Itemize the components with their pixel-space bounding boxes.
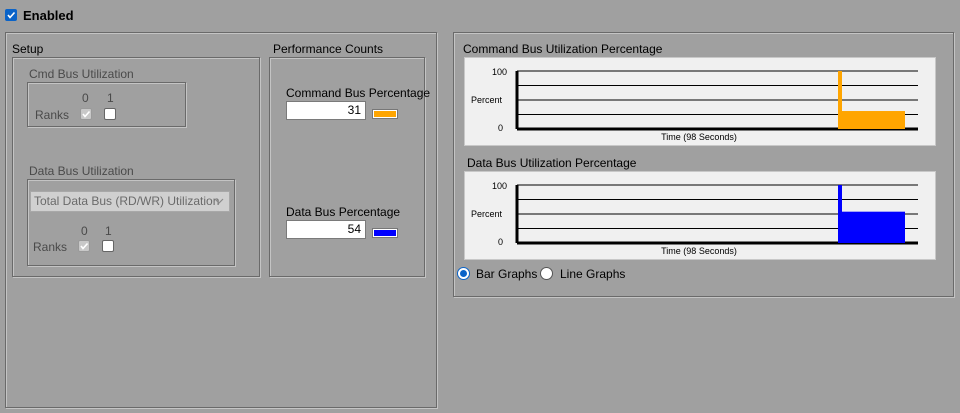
data-bus-color-swatch xyxy=(372,228,398,238)
data-bus-title: Data Bus Utilization xyxy=(29,164,134,178)
command-bus-percentage-label: Command Bus Percentage xyxy=(286,86,431,100)
command-bus-percentage-field[interactable]: 31 xyxy=(286,101,366,120)
x-axis-label: Time (98 Seconds) xyxy=(661,246,737,256)
cmd-rank-0-checkbox[interactable] xyxy=(80,108,92,120)
cmd-ranks-label: Ranks xyxy=(35,108,70,122)
command-bus-chart: 100 0 Percent Time (98 Seconds) xyxy=(471,67,918,142)
y-tick-label-top: 100 xyxy=(492,181,507,191)
command-chart-panel: 100 0 Percent Time (98 Seconds) xyxy=(464,57,936,146)
data-bus-percentage-label: Data Bus Percentage xyxy=(286,205,401,219)
performance-title: Performance Counts xyxy=(273,42,384,56)
data-ranks-label: Ranks xyxy=(33,240,68,254)
data-rank-0-checkbox[interactable] xyxy=(78,240,90,252)
cmd-rank-1-checkbox[interactable] xyxy=(104,108,116,120)
bar xyxy=(838,111,905,129)
cmd-rank-header-1: 1 xyxy=(107,91,114,105)
line-graphs-label[interactable]: Line Graphs xyxy=(560,267,625,281)
x-axis-label: Time (98 Seconds) xyxy=(661,132,737,142)
chevron-down-icon xyxy=(214,192,224,217)
bar-graphs-radio[interactable] xyxy=(457,267,470,280)
y-tick-label-bottom: 0 xyxy=(498,237,503,247)
cmd-rank-header-0: 0 xyxy=(82,91,89,105)
enabled-checkbox[interactable] xyxy=(5,9,17,21)
data-chart-panel: 100 0 Percent Time (98 Seconds) xyxy=(464,171,936,260)
setup-title: Setup xyxy=(12,42,44,56)
line-graphs-radio[interactable] xyxy=(540,267,553,280)
data-bus-chart: 100 0 Percent Time (98 Seconds) xyxy=(471,181,918,256)
y-tick-label-top: 100 xyxy=(492,67,507,77)
data-rank-header-1: 1 xyxy=(105,224,112,238)
bar-graphs-label[interactable]: Bar Graphs xyxy=(476,267,537,281)
y-axis-label: Percent xyxy=(471,209,503,219)
y-axis-label: Percent xyxy=(471,95,503,105)
cmd-bus-title: Cmd Bus Utilization xyxy=(29,67,134,81)
command-bus-color-swatch xyxy=(372,109,398,119)
data-bus-percentage-field[interactable]: 54 xyxy=(286,220,366,239)
data-bus-select-value: Total Data Bus (RD/WR) Utilization xyxy=(34,194,220,208)
bar xyxy=(838,211,905,243)
y-tick-label-bottom: 0 xyxy=(498,123,503,133)
command-graph-title: Command Bus Utilization Percentage xyxy=(463,42,663,56)
data-rank-header-0: 0 xyxy=(81,224,88,238)
data-rank-1-checkbox[interactable] xyxy=(102,240,114,252)
data-bus-select[interactable]: Total Data Bus (RD/WR) Utilization xyxy=(30,191,230,212)
enabled-label: Enabled xyxy=(23,8,74,23)
data-graph-title: Data Bus Utilization Percentage xyxy=(467,156,637,170)
